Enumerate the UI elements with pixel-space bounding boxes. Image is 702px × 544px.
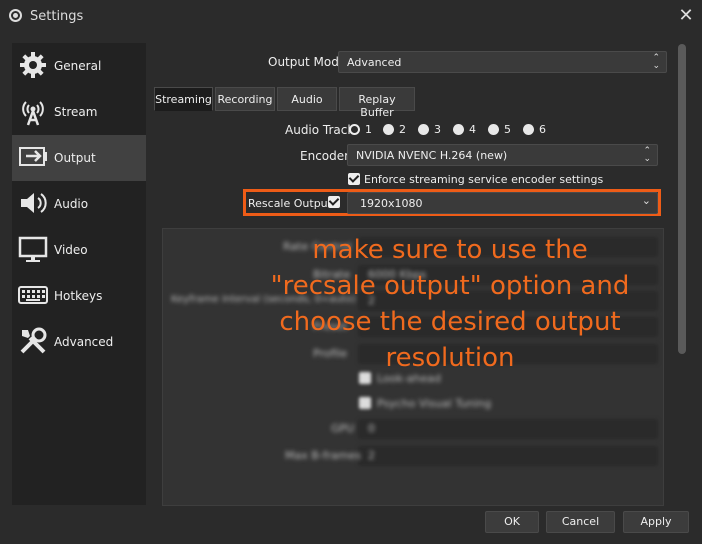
output-mode-label: Output Mode bbox=[268, 55, 347, 69]
title-bar: Settings ✕ bbox=[0, 0, 702, 32]
audio-track-radio-6[interactable] bbox=[523, 124, 534, 135]
tab-recording[interactable]: Recording bbox=[215, 87, 275, 111]
window-title: Settings bbox=[30, 9, 84, 24]
sidebar-item-advanced[interactable]: Advanced bbox=[12, 319, 146, 365]
annotation-text: make sure to use the "recsale output" op… bbox=[270, 235, 630, 373]
monitor-icon bbox=[18, 236, 48, 262]
audio-track-num: 4 bbox=[469, 123, 476, 136]
psycho-visual-checkbox bbox=[359, 397, 371, 409]
enforce-encoder-checkbox[interactable] bbox=[348, 173, 360, 185]
sidebar-item-audio[interactable]: Audio bbox=[12, 181, 146, 227]
updown-arrows-icon: ⌃ ⌄ bbox=[652, 53, 660, 71]
audio-track-radio-4[interactable] bbox=[453, 124, 464, 135]
gpu-label: GPU bbox=[331, 422, 355, 435]
sidebar-item-label: Audio bbox=[54, 197, 89, 211]
rescale-resolution-value: 1920x1080 bbox=[360, 197, 423, 210]
audio-track-radio-5[interactable] bbox=[488, 124, 499, 135]
encoder-value: NVIDIA NVENC H.264 (new) bbox=[356, 149, 508, 162]
gear-icon bbox=[20, 52, 46, 78]
rescale-resolution-select[interactable]: 1920x1080 ⌄ bbox=[347, 192, 658, 214]
gpu-field bbox=[358, 419, 658, 439]
rescale-output-label: Rescale Output bbox=[248, 197, 332, 210]
output-mode-select[interactable]: Advanced ⌃ ⌄ bbox=[338, 51, 667, 73]
encoder-select[interactable]: NVIDIA NVENC H.264 (new) ⌃ ⌄ bbox=[347, 144, 658, 166]
enforce-encoder-label: Enforce streaming service encoder settin… bbox=[364, 173, 604, 186]
tab-replay-buffer[interactable]: Replay Buffer bbox=[339, 87, 415, 119]
output-icon bbox=[19, 147, 47, 166]
rescale-output-checkbox[interactable] bbox=[328, 196, 340, 208]
audio-track-label: Audio Track bbox=[285, 123, 355, 137]
sidebar-item-general[interactable]: General bbox=[12, 43, 146, 89]
sidebar-item-label: Video bbox=[54, 243, 88, 257]
settings-sidebar: General Stream Output Audio Video Hotkey… bbox=[12, 43, 146, 505]
ok-button[interactable]: OK bbox=[485, 511, 539, 533]
cancel-button[interactable]: Cancel bbox=[546, 511, 615, 533]
sidebar-item-label: Stream bbox=[54, 105, 98, 119]
psycho-visual-label: Psycho Visual Tuning bbox=[377, 397, 492, 410]
apply-button[interactable]: Apply bbox=[623, 511, 689, 533]
chevron-down-icon: ⌄ bbox=[641, 194, 651, 207]
audio-track-num: 5 bbox=[504, 123, 511, 136]
audio-track-num: 1 bbox=[365, 123, 372, 136]
keyboard-icon bbox=[18, 286, 48, 304]
speaker-icon bbox=[21, 193, 47, 213]
output-mode-value: Advanced bbox=[347, 56, 402, 69]
gpu-value: 0 bbox=[368, 422, 375, 435]
audio-track-num: 3 bbox=[434, 123, 441, 136]
settings-scrollbar[interactable] bbox=[678, 44, 686, 354]
sidebar-item-video[interactable]: Video bbox=[12, 227, 146, 273]
updown-arrows-icon: ⌃ ⌄ bbox=[643, 146, 651, 164]
max-bframes-value: 2 bbox=[368, 449, 375, 462]
audio-track-num: 2 bbox=[399, 123, 406, 136]
sidebar-item-label: Hotkeys bbox=[54, 289, 103, 303]
sidebar-item-output[interactable]: Output bbox=[12, 135, 146, 181]
sidebar-item-hotkeys[interactable]: Hotkeys bbox=[12, 273, 146, 319]
sidebar-item-label: Output bbox=[54, 151, 96, 165]
sidebar-item-label: Advanced bbox=[54, 335, 114, 349]
broadcast-icon bbox=[22, 101, 44, 126]
sidebar-item-label: General bbox=[54, 59, 102, 73]
encoder-label: Encoder bbox=[300, 149, 350, 163]
tab-audio[interactable]: Audio bbox=[277, 87, 337, 111]
tab-streaming[interactable]: Streaming bbox=[154, 87, 213, 111]
obs-logo-icon bbox=[9, 9, 22, 22]
audio-track-num: 6 bbox=[539, 123, 546, 136]
audio-track-radio-1[interactable] bbox=[349, 124, 360, 135]
tools-icon bbox=[20, 327, 47, 354]
sidebar-item-stream[interactable]: Stream bbox=[12, 89, 146, 135]
audio-track-radio-3[interactable] bbox=[418, 124, 429, 135]
close-icon[interactable]: ✕ bbox=[676, 6, 696, 26]
max-bframes-field bbox=[358, 446, 658, 466]
max-bframes-label: Max B-frames bbox=[285, 449, 362, 462]
audio-track-radio-2[interactable] bbox=[383, 124, 394, 135]
